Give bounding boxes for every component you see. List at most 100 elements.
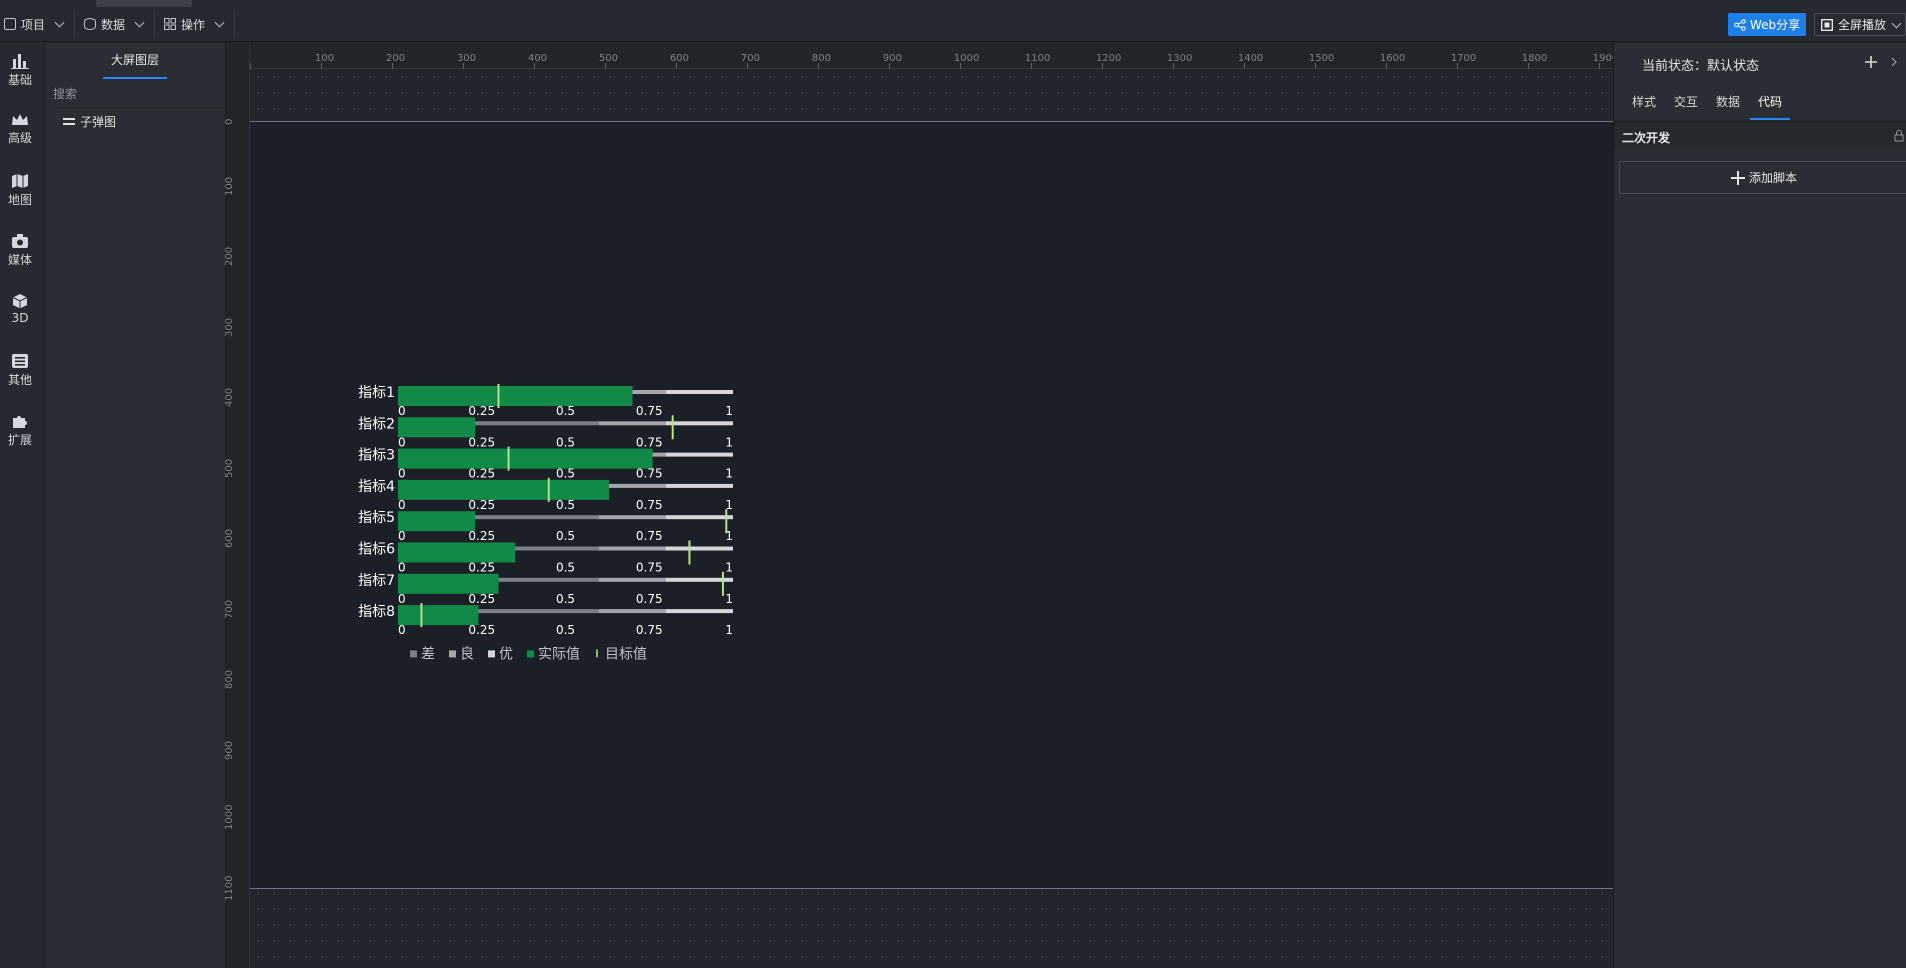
ruler-top-tick: 1800 [1521,53,1548,64]
map-icon [12,174,28,188]
range-band [666,390,733,394]
tick-label: 0.5 [556,592,575,606]
menu-operation[interactable]: 操作 [164,11,236,37]
property-panel: 当前状态：默认状态 样式 交互 数据 代码 二次开发 添加脚本 [1613,43,1906,968]
category-extension-label: 扩展 [7,433,32,447]
ruler-left-tick: 700 [224,599,235,619]
tab-screen-layers[interactable]: 大屏图层 [103,51,167,79]
category-basic[interactable]: 基础 [0,53,40,88]
actual-bar [398,511,476,532]
category-other-label: 其他 [7,373,32,387]
divider [154,11,156,37]
ruler-top-tick: 400 [527,53,548,64]
tick-label: 0 [398,435,406,449]
ruler-top-tick: 1600 [1379,53,1406,64]
tick-label: 1 [725,404,733,418]
add-script-button[interactable]: 添加脚本 [1619,161,1906,194]
range-band [599,577,666,582]
legend-label: 差 [421,646,435,662]
puzzle-icon [13,416,27,428]
category-media-label: 媒体 [7,253,32,267]
category-extension[interactable]: 扩展 [0,413,40,448]
tick-label: 0.75 [636,592,663,606]
tick-label: 0.5 [556,623,575,637]
actual-bar [398,573,499,594]
category-map[interactable]: 地图 [0,173,40,208]
chevron-right-icon[interactable] [1890,57,1898,67]
layer-search-input[interactable]: 搜索 [53,85,223,108]
tick-label: 0.75 [636,498,663,512]
category-label: 指标3 [358,448,395,464]
fullscreen-play-button[interactable]: 全屏播放 [1814,13,1906,36]
bullet-chart[interactable]: 指标10 0.25 0.5 0.75 1指标20 0.25 0.5 0.75 1指标30 0.25… [340,380,760,670]
legend-swatch [527,650,534,658]
category-label: 指标5 [358,510,395,526]
legend-swatch [449,650,456,658]
tab-style[interactable]: 样式 [1632,93,1656,120]
ruler-left-tick: 800 [224,669,235,689]
tab-data[interactable]: 数据 [1716,93,1740,120]
list-icon [12,354,28,368]
component-category-bar: 基础 高级 地图 媒体 3D 其他 扩展 [0,43,45,968]
tick-label: 1 [725,529,733,543]
tick-label: 0.75 [636,561,663,575]
ruler-top-tick: 1200 [1095,53,1122,64]
tab-code[interactable]: 代码 [1750,93,1791,120]
tick-label: 1 [725,623,733,637]
chevron-down-icon [54,17,65,28]
tick-label: 1 [725,467,733,481]
divider [234,11,236,37]
add-state-icon[interactable] [1864,55,1878,69]
tick-label: 0.25 [468,592,495,606]
ruler-left-tick: 1100 [224,875,235,901]
tick-label: 1 [725,561,733,575]
tick-label: 0.75 [636,529,663,543]
vertical-ruler: 0 100 200 300 400 500 600 700 800 900 1000 1100 [224,43,250,968]
add-script-label: 添加脚本 [1748,171,1797,185]
ruler-top-tick: 800 [811,53,831,64]
category-other[interactable]: 其他 [0,353,40,388]
ruler-top-tick: 100 [314,53,335,64]
category-label: 指标8 [358,604,395,620]
category-label: 指标6 [358,542,395,558]
tab-interaction[interactable]: 交互 [1674,93,1698,120]
menu-project-label: 项目 [21,17,46,32]
plus-icon [1730,170,1745,185]
ruler-left-tick: 0 [224,118,235,125]
actual-bar [398,605,479,626]
legend-label: 实际值 [538,646,580,662]
web-share-button[interactable]: Web分享 [1728,13,1806,36]
layer-panel: 大屏图层 搜索 子弹图 [45,43,226,968]
menu-data-label: 数据 [101,17,126,32]
crown-icon [12,114,28,125]
tick-label: 0.25 [468,529,495,543]
ruler-left-tick: 600 [224,528,235,548]
layer-item[interactable]: 子弹图 [63,113,116,130]
tick-label: 0 [398,623,406,637]
tick-label: 0.5 [556,529,575,543]
menu-data[interactable]: 数据 [84,11,156,37]
category-label: 指标2 [358,416,395,432]
category-media[interactable]: 媒体 [0,233,40,268]
category-label: 指标7 [358,573,395,589]
tick-label: 0.75 [636,467,663,481]
tick-label: 0.5 [556,404,575,418]
document-tab[interactable] [96,0,192,7]
ruler-top-tick: 1100 [1024,53,1051,64]
actual-bar [398,479,610,500]
layer-item-label: 子弹图 [80,115,117,129]
category-advanced[interactable]: 高级 [0,113,40,146]
range-band [599,609,666,614]
menu-project[interactable]: 项目 [4,11,76,37]
menu-operation-label: 操作 [181,17,206,32]
ruler-left-tick: 400 [224,387,235,407]
top-toolbar: 项目 数据 操作 Web分享 全屏播放 [0,0,1906,42]
bullet-chart-icon [63,117,75,125]
category-3d[interactable]: 3D [0,293,40,325]
tick-label: 0.5 [556,498,575,512]
range-band [599,421,666,426]
range-band [666,452,733,457]
ruler-top-tick: 1700 [1450,53,1477,64]
lock-icon[interactable] [1894,130,1904,142]
tick-label: 0 [398,529,406,543]
